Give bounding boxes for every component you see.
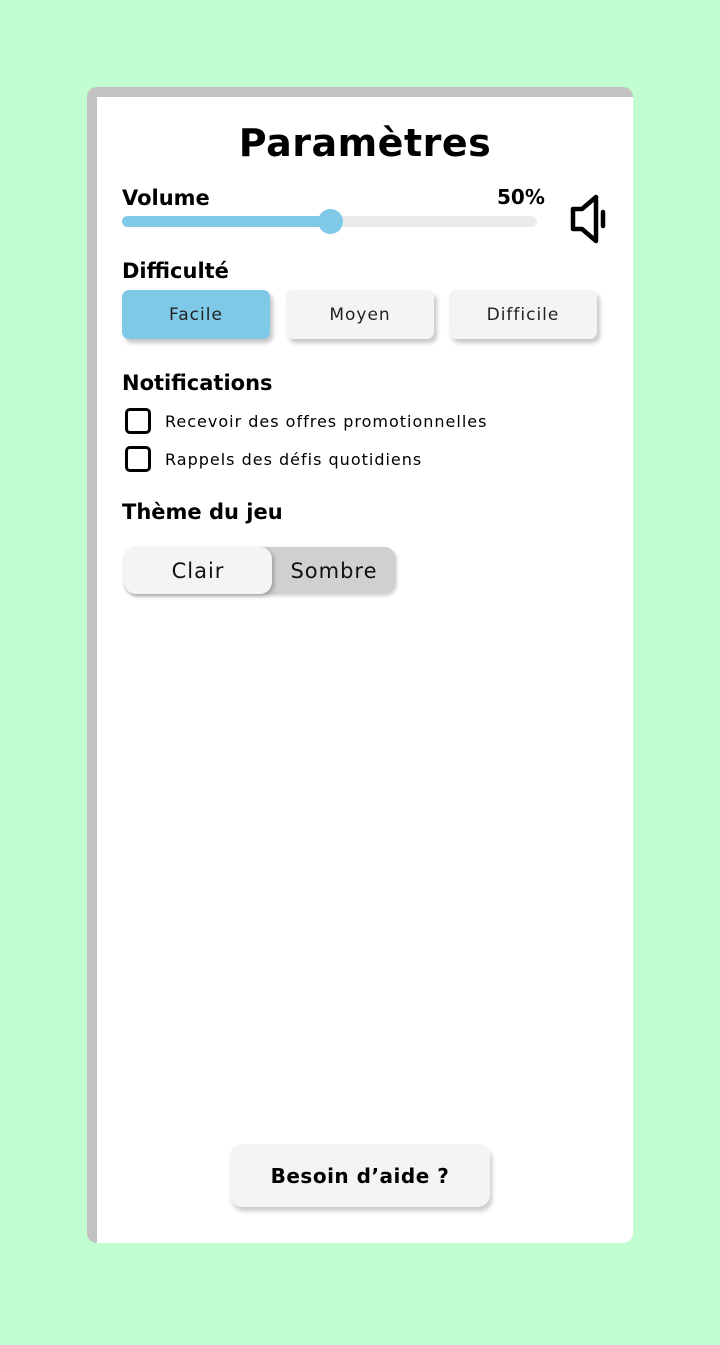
promo-offers-label: Recevoir des offres promotionnelles (165, 411, 488, 431)
volume-slider-thumb[interactable] (317, 209, 343, 234)
promo-offers-checkbox[interactable] (125, 408, 151, 434)
promo-offers-option[interactable]: Recevoir des offres promotionnelles (125, 408, 487, 434)
page-title: Paramètres (238, 121, 492, 165)
difficulty-medium-button[interactable]: Moyen (286, 290, 434, 339)
theme-light-option[interactable]: Clair (124, 547, 272, 594)
daily-challenges-option[interactable]: Rappels des défis quotidiens (125, 446, 422, 472)
volume-slider[interactable] (122, 209, 537, 234)
theme-dark-option[interactable]: Sombre (272, 547, 396, 594)
speaker-icon[interactable] (569, 193, 609, 245)
difficulty-hard-button[interactable]: Difficile (449, 290, 597, 339)
notifications-label: Notifications (122, 371, 273, 395)
difficulty-easy-button[interactable]: Facile (122, 290, 270, 339)
daily-challenges-checkbox[interactable] (125, 446, 151, 472)
theme-label: Thème du jeu (122, 500, 283, 524)
volume-value: 50% (497, 185, 545, 209)
theme-toggle[interactable]: Clair Sombre (124, 547, 396, 594)
settings-card: Paramètres Volume 50% Difficulté Facile … (87, 87, 633, 1243)
volume-slider-fill (122, 216, 330, 227)
help-button[interactable]: Besoin d’aide ? (230, 1144, 490, 1207)
volume-label: Volume (122, 186, 210, 210)
difficulty-label: Difficulté (122, 259, 229, 283)
daily-challenges-label: Rappels des défis quotidiens (165, 449, 423, 469)
